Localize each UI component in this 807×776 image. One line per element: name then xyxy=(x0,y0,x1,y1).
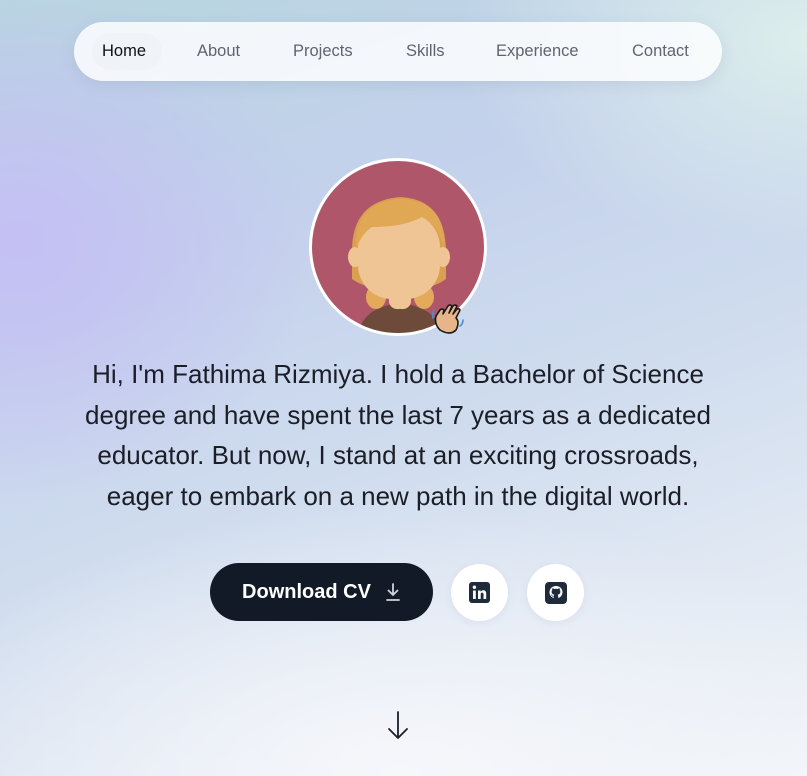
download-cv-button[interactable]: Download CV xyxy=(210,563,433,621)
github-button[interactable] xyxy=(527,564,584,621)
nav-item-skills[interactable]: Skills xyxy=(406,22,445,81)
nav-item-contact[interactable]: Contact xyxy=(632,22,689,81)
download-cv-label: Download CV xyxy=(242,580,371,603)
nav-item-projects[interactable]: Projects xyxy=(293,22,353,81)
download-icon xyxy=(386,583,400,601)
intro-line: educator. But now, I stand at an excitin… xyxy=(97,440,699,470)
linkedin-button[interactable] xyxy=(451,564,508,621)
nav-item-about[interactable]: About xyxy=(197,22,240,81)
github-icon xyxy=(544,581,567,604)
intro-text: Hi, I'm Fathima Rizmiya. I hold a Bachel… xyxy=(40,354,756,516)
linkedin-icon xyxy=(469,582,490,603)
nav-item-experience[interactable]: Experience xyxy=(496,22,579,81)
intro-line: Hi, I'm Fathima Rizmiya. I hold a Bachel… xyxy=(92,359,704,389)
intro-line: degree and have spent the last 7 years a… xyxy=(85,399,711,430)
nav-item-home[interactable]: Home xyxy=(102,22,146,81)
intro-line: eager to embark on a new path in the dig… xyxy=(106,480,690,511)
waving-hand-icon xyxy=(431,304,464,334)
arrow-down-icon[interactable] xyxy=(386,710,410,742)
top-navigation: Home About Projects Skills Experience Co… xyxy=(74,22,722,81)
